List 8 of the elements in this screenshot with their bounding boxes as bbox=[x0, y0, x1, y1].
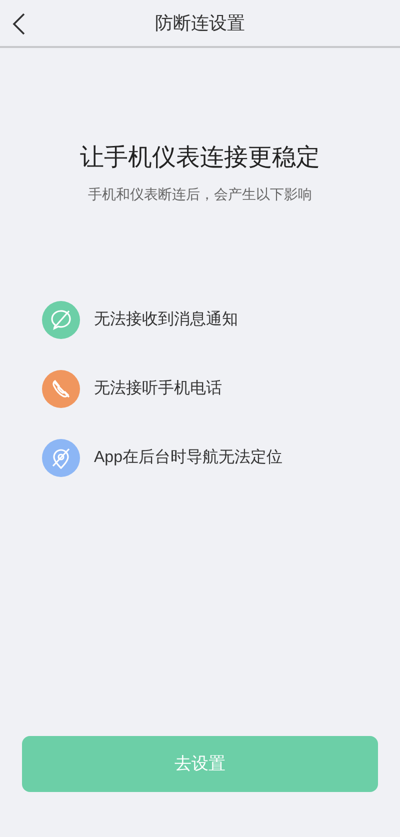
page-title: 防断连设置 bbox=[155, 12, 245, 34]
effect-text: App在后台时导航无法定位 bbox=[94, 448, 282, 468]
back-icon[interactable] bbox=[12, 12, 26, 36]
subtitle: 手机和仪表断连后，会产生以下影响 bbox=[88, 185, 312, 204]
effect-text: 无法接听手机电话 bbox=[94, 378, 222, 399]
heading: 让手机仪表连接更稳定 bbox=[80, 143, 320, 173]
go-settings-button[interactable]: 去设置 bbox=[22, 736, 378, 792]
effect-text: 无法接收到消息通知 bbox=[94, 310, 238, 330]
